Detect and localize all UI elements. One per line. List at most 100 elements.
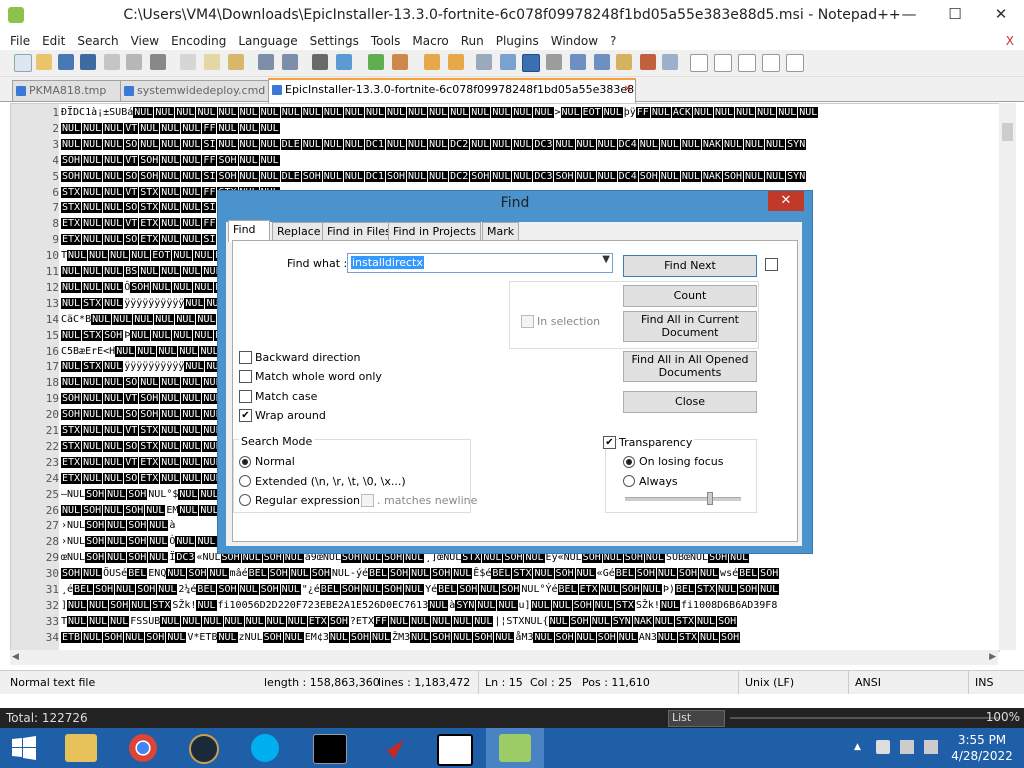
close-tab-icon[interactable]: ✕ <box>624 80 632 100</box>
paste-icon[interactable] <box>228 54 244 70</box>
menu-edit[interactable]: Edit <box>36 32 71 50</box>
new-file-icon[interactable] <box>14 54 32 72</box>
start-button[interactable] <box>0 728 48 768</box>
maximize-button[interactable]: ☐ <box>932 0 978 30</box>
eye-icon[interactable] <box>662 54 678 70</box>
doc-map-icon[interactable] <box>570 54 586 70</box>
show-all-chars-icon[interactable] <box>500 54 516 70</box>
open-file-icon[interactable] <box>36 54 52 70</box>
save-all-icon[interactable] <box>80 54 96 70</box>
print-icon[interactable] <box>150 54 166 70</box>
on-losing-focus-radio[interactable] <box>623 456 635 468</box>
tab-find-in-files[interactable]: Find in Files <box>322 222 396 241</box>
sync-vertical-icon[interactable] <box>424 54 440 70</box>
find-next-button[interactable]: Find Next <box>623 255 757 277</box>
dialog-close-button[interactable]: ✕ <box>768 191 804 211</box>
transparency-checkbox[interactable]: ✔ <box>603 436 616 449</box>
find-icon[interactable] <box>312 54 328 70</box>
action-center-icon[interactable] <box>876 740 890 754</box>
expand-checkbox[interactable] <box>765 258 778 271</box>
backward-direction-checkbox[interactable] <box>239 351 252 364</box>
close-button[interactable]: ✕ <box>978 0 1024 30</box>
zoom-in-icon[interactable] <box>368 54 384 70</box>
save-macro-icon[interactable] <box>786 54 804 72</box>
play-macro-icon[interactable] <box>738 54 756 72</box>
match-whole-word-checkbox[interactable] <box>239 370 252 383</box>
tab-find[interactable]: Find <box>228 220 270 242</box>
function-list-icon[interactable] <box>594 54 610 70</box>
taskbar-cmd[interactable] <box>300 728 358 768</box>
extended-radio[interactable] <box>239 475 251 487</box>
sync-horizontal-icon[interactable] <box>448 54 464 70</box>
tab-systemwidedeploy[interactable]: systemwidedeploy.cmd <box>120 80 278 101</box>
transparency-slider[interactable] <box>625 497 741 501</box>
match-case-checkbox[interactable] <box>239 390 252 403</box>
zoom-slider[interactable] <box>730 717 1000 719</box>
menu-window[interactable]: Window <box>545 32 604 50</box>
regex-radio[interactable] <box>239 494 251 506</box>
record-macro-icon[interactable] <box>690 54 708 72</box>
close-all-icon[interactable] <box>126 54 142 70</box>
menu-file[interactable]: File <box>0 32 36 50</box>
folder-workspace-icon[interactable] <box>616 54 632 70</box>
tray-overflow-icon[interactable]: ▲ <box>854 742 861 752</box>
taskbar-file-explorer[interactable] <box>52 728 110 768</box>
volume-icon[interactable] <box>924 740 938 754</box>
menu-view[interactable]: View <box>125 32 165 50</box>
word-wrap-icon[interactable] <box>476 54 492 70</box>
find-all-current-button[interactable]: Find All in Current Document <box>623 311 757 342</box>
minimize-button[interactable]: — <box>886 0 932 30</box>
horizontal-scrollbar[interactable]: ◀ ▶ <box>10 650 998 665</box>
zoom-out-icon[interactable] <box>392 54 408 70</box>
always-radio[interactable] <box>623 475 635 487</box>
taskbar-skype[interactable] <box>238 728 296 768</box>
monitoring-icon[interactable] <box>640 54 656 70</box>
clock[interactable]: 3:55 PM 4/28/2022 <box>948 732 1016 764</box>
define-language-icon[interactable] <box>546 54 562 70</box>
scroll-right-icon[interactable]: ▶ <box>989 652 996 662</box>
taskbar-adobe-reader[interactable] <box>362 728 420 768</box>
tab-find-in-projects[interactable]: Find in Projects <box>388 222 481 241</box>
taskbar-league[interactable] <box>176 728 234 768</box>
transparency-slider-thumb[interactable] <box>707 492 713 505</box>
scroll-thumb[interactable] <box>1002 123 1013 141</box>
tab-epicinstaller[interactable]: EpicInstaller-13.3.0-fortnite-6c078f0997… <box>268 78 636 103</box>
close-file-icon[interactable] <box>104 54 120 70</box>
taskbar-7zip[interactable] <box>424 728 482 768</box>
redo-icon[interactable] <box>282 54 298 70</box>
scroll-left-icon[interactable]: ◀ <box>12 652 19 662</box>
wrap-around-checkbox[interactable]: ✔ <box>239 409 252 422</box>
save-icon[interactable] <box>58 54 74 70</box>
menu-run[interactable]: Run <box>455 32 490 50</box>
stop-macro-icon[interactable] <box>714 54 732 72</box>
undo-icon[interactable] <box>258 54 274 70</box>
menu-macro[interactable]: Macro <box>406 32 454 50</box>
normal-radio[interactable] <box>239 456 251 468</box>
close-dialog-button[interactable]: Close <box>623 391 757 413</box>
chevron-down-icon[interactable]: ▼ <box>602 254 610 265</box>
vertical-scrollbar[interactable] <box>999 103 1016 650</box>
indent-guide-icon[interactable] <box>522 54 540 72</box>
taskbar-notepadpp[interactable] <box>486 728 544 768</box>
tab-replace[interactable]: Replace <box>272 222 326 241</box>
copy-icon[interactable] <box>204 54 220 70</box>
tab-mark[interactable]: Mark <box>482 222 520 241</box>
menu-help[interactable]: ? <box>604 32 622 50</box>
menu-close-document[interactable]: X <box>1000 32 1020 50</box>
run-macro-multiple-icon[interactable] <box>762 54 780 72</box>
view-mode-select[interactable]: List <box>668 710 725 727</box>
menu-search[interactable]: Search <box>71 32 124 50</box>
menu-plugins[interactable]: Plugins <box>490 32 545 50</box>
replace-icon[interactable] <box>336 54 352 70</box>
tab-pkma818[interactable]: PKMA818.tmp <box>12 80 130 101</box>
taskbar-chrome[interactable] <box>114 728 172 768</box>
menu-settings[interactable]: Settings <box>304 32 365 50</box>
find-all-opened-button[interactable]: Find All in All Opened Documents <box>623 351 757 382</box>
menu-encoding[interactable]: Encoding <box>165 32 232 50</box>
menu-tools[interactable]: Tools <box>365 32 407 50</box>
count-button[interactable]: Count <box>623 285 757 307</box>
find-what-combobox[interactable]: installdirectx ▼ <box>347 253 613 273</box>
menu-language[interactable]: Language <box>232 32 303 50</box>
network-icon[interactable] <box>900 740 914 754</box>
cut-icon[interactable] <box>180 54 196 70</box>
